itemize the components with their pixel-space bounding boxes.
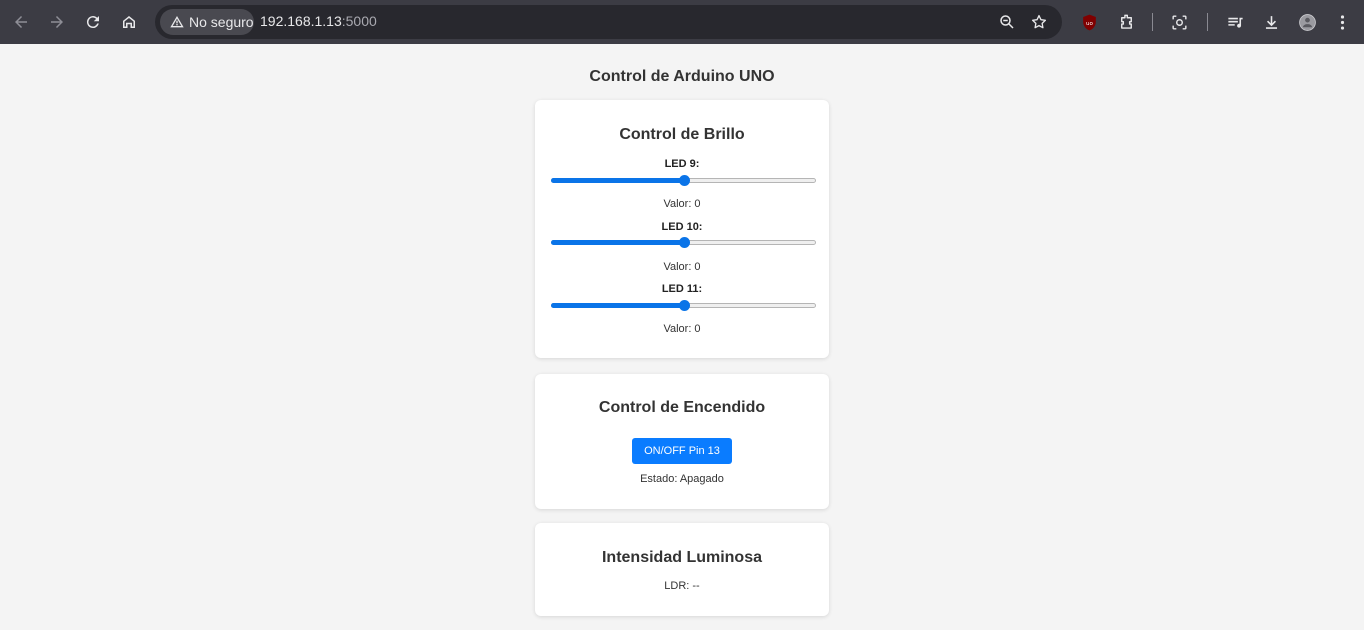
profile-button[interactable] (1295, 10, 1319, 34)
ldr-value: LDR: -- (664, 580, 700, 592)
browser-toolbar: No seguro 192.168.1.13:5000 uo (0, 0, 1364, 44)
google-lens-icon (1171, 14, 1187, 30)
address-bar[interactable]: No seguro 192.168.1.13:5000 (155, 5, 1062, 39)
led-9-slider[interactable] (551, 175, 816, 187)
toolbar-divider (1152, 13, 1153, 31)
url-host: 192.168.1.13 (260, 13, 342, 29)
avatar-icon (1298, 13, 1316, 31)
downloads-button[interactable] (1259, 10, 1283, 34)
ublock-shield-icon: uo (1082, 14, 1096, 30)
star-icon (1031, 14, 1047, 29)
arrow-right-icon (51, 16, 63, 28)
toolbar-divider (1207, 13, 1208, 31)
lens-button[interactable] (1167, 10, 1191, 34)
led-9-label: LED 9: (664, 158, 700, 170)
slider-thumb[interactable] (678, 300, 690, 311)
led-11-value: Valor: 0 (663, 323, 701, 335)
security-label: No seguro (189, 14, 254, 30)
power-status: Estado: Apagado (640, 473, 724, 485)
led-9-value: Valor: 0 (663, 198, 701, 210)
slider-fill (551, 178, 684, 183)
puzzle-icon (1120, 14, 1132, 29)
media-control-button[interactable] (1223, 10, 1247, 34)
light-card: Intensidad Luminosa LDR: -- (535, 523, 829, 616)
security-chip[interactable]: No seguro (160, 9, 254, 35)
bookmark-button[interactable] (1029, 12, 1049, 32)
zoom-button[interactable] (997, 12, 1017, 32)
ublock-extension-button[interactable]: uo (1077, 10, 1101, 34)
led-10-label: LED 10: (661, 221, 703, 233)
back-button[interactable] (5, 6, 37, 38)
slider-thumb[interactable] (678, 237, 690, 248)
warning-icon (170, 16, 184, 28)
url-text: 192.168.1.13:5000 (260, 13, 377, 29)
slider-fill (551, 303, 684, 308)
download-icon (1265, 15, 1277, 29)
toggle-pin13-button[interactable]: ON/OFF Pin 13 (632, 438, 732, 464)
brightness-card: Control de Brillo LED 9: Valor: 0 LED 10… (535, 100, 829, 358)
led-11-label: LED 11: (661, 283, 703, 295)
extensions-button[interactable] (1114, 10, 1138, 34)
url-port: :5000 (341, 13, 377, 29)
reload-button[interactable] (77, 6, 109, 38)
led-11-slider[interactable] (551, 300, 816, 312)
reload-icon (86, 16, 99, 29)
light-title: Intensidad Luminosa (601, 549, 762, 566)
more-vert-icon (1340, 14, 1344, 30)
forward-button[interactable] (41, 6, 73, 38)
queue-music-icon (1227, 17, 1243, 28)
zoom-out-icon (1000, 15, 1014, 29)
brightness-title: Control de Brillo (619, 126, 745, 143)
menu-button[interactable] (1330, 10, 1354, 34)
home-button[interactable] (113, 6, 145, 38)
slider-thumb[interactable] (678, 175, 690, 186)
page-title: Control de Arduino UNO (589, 68, 775, 85)
power-title: Control de Encendido (598, 399, 766, 416)
slider-fill (551, 240, 684, 245)
led-10-slider[interactable] (551, 237, 816, 249)
home-icon (123, 16, 135, 28)
svg-text:uo: uo (1086, 20, 1094, 26)
power-card: Control de Encendido ON/OFF Pin 13 Estad… (535, 374, 829, 509)
led-10-value: Valor: 0 (663, 261, 701, 273)
arrow-left-icon (15, 16, 27, 28)
